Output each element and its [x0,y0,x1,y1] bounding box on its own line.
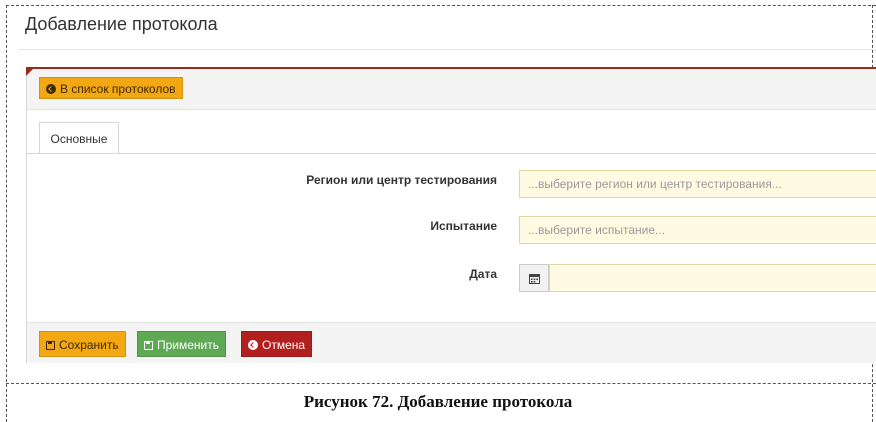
chevron-left-circle-icon [46,84,56,94]
back-to-list-button[interactable]: В список протоколов [39,77,183,99]
tab-main[interactable]: Основные [39,122,119,154]
calendar-button[interactable] [519,264,549,292]
frame-left-border [6,5,7,422]
panel-footer: Сохранить Применить Отмена [27,322,876,363]
region-select[interactable]: ...выберите регион или центр тестировани… [519,170,876,198]
save-button[interactable]: Сохранить [39,331,126,357]
apply-button-label: Применить [157,338,220,352]
cancel-button-label: Отмена [262,338,306,352]
tab-divider [27,153,876,154]
date-label: Дата [469,267,497,281]
form-panel: В список протоколов Основные Регион или … [26,67,876,363]
save-button-label: Сохранить [59,338,119,352]
chevron-left-circle-icon [248,340,258,350]
frame-top-border [6,5,876,6]
apply-button[interactable]: Применить [137,331,227,357]
floppy-disk-icon [46,341,55,350]
test-select[interactable]: ...выберите испытание... [519,216,876,244]
title-divider [18,49,876,50]
panel-corner-marker [26,67,35,76]
figure-caption: Рисунок 72. Добавление протокола [303,392,573,411]
region-label: Регион или центр тестирования [306,173,497,187]
panel-header: В список протоколов [27,69,876,110]
date-input[interactable] [549,264,876,292]
floppy-disk-icon [144,341,153,350]
calendar-icon [529,274,540,284]
frame-divider [6,383,876,384]
cancel-button[interactable]: Отмена [241,331,313,357]
page-title: Добавление протокола [25,14,218,34]
test-label: Испытание [430,219,497,233]
back-button-label: В список протоколов [60,82,176,96]
